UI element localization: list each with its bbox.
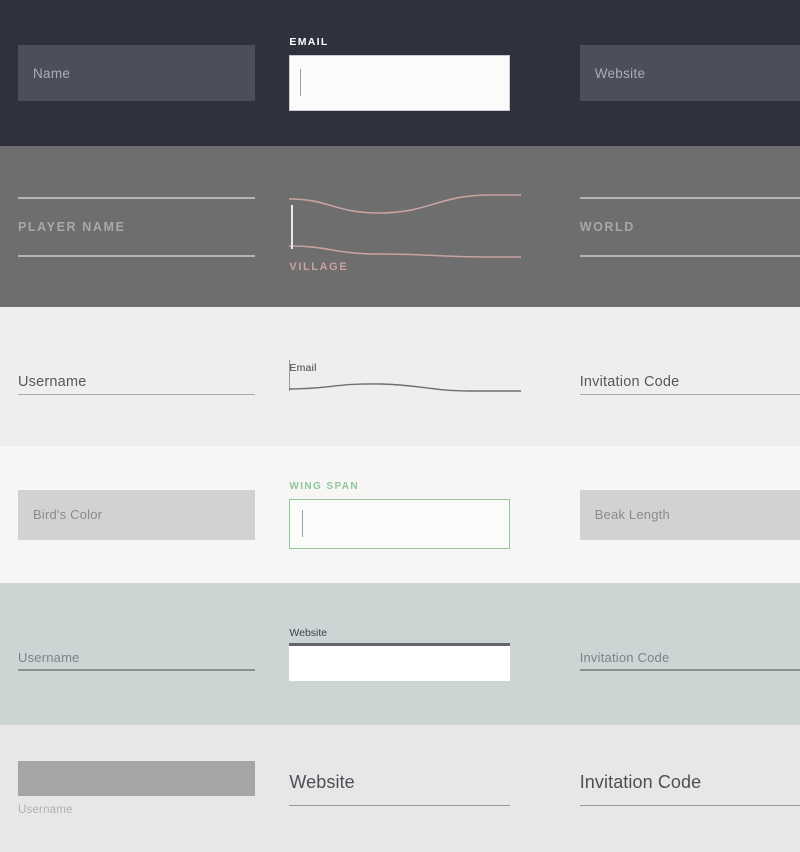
email-input[interactable] <box>289 54 510 111</box>
field-group-username: Username <box>18 583 256 725</box>
village-input[interactable]: VILLAGE <box>289 193 522 273</box>
website-input-placeholder: Website <box>594 65 646 81</box>
name-input-placeholder: Name <box>33 65 71 81</box>
wing-span-label: WING SPAN <box>289 480 360 492</box>
text-caret-icon <box>291 204 294 249</box>
website-input[interactable]: Website <box>289 771 510 806</box>
website-input[interactable] <box>289 643 510 681</box>
section-dark-filled-form: Name EMAIL Website <box>0 0 800 146</box>
field-group-wing-span: WING SPAN <box>289 446 510 583</box>
beak-length-input-placeholder: Beak Length <box>594 507 670 522</box>
email-input[interactable] <box>289 360 522 392</box>
invitation-code-input[interactable]: Invitation Code <box>579 637 800 671</box>
field-group-invitation-code: Invitation Code <box>579 583 800 725</box>
username-label: Username <box>18 804 73 816</box>
birds-color-input-placeholder: Bird's Color <box>33 507 103 522</box>
world-input[interactable]: WORLD <box>579 196 800 257</box>
email-label: EMAIL <box>289 35 329 48</box>
name-input[interactable]: Name <box>18 45 256 101</box>
field-group-website: Website <box>289 583 510 725</box>
text-caret-icon <box>302 510 304 537</box>
invitation-code-input-placeholder: Invitation Code <box>579 373 680 390</box>
username-input-placeholder: Username <box>18 373 87 390</box>
field-group-email: EMAIL <box>289 0 510 146</box>
wing-span-input[interactable] <box>289 498 510 549</box>
birds-color-input[interactable]: Bird's Color <box>18 489 256 540</box>
field-group-name: Name <box>18 0 256 146</box>
world-input-placeholder: WORLD <box>579 219 635 234</box>
form-style-showcase: Name EMAIL Website PLAYER NAME VILLAGE W… <box>0 0 800 852</box>
website-input[interactable]: Website <box>579 45 800 101</box>
website-label: Website <box>289 627 328 639</box>
username-input[interactable]: Username <box>18 637 256 671</box>
wavy-underline-icon <box>289 383 522 392</box>
username-input-placeholder: Username <box>18 650 80 665</box>
section-lightgrey-form: Username Website Invitation Code <box>0 725 800 852</box>
username-input[interactable] <box>18 761 256 796</box>
section-grey-rule-form: PLAYER NAME VILLAGE WORLD <box>0 146 800 307</box>
field-group-username: Username <box>18 307 256 446</box>
field-group-birds-color: Bird's Color <box>18 446 256 583</box>
invitation-code-input-placeholder: Invitation Code <box>579 650 670 665</box>
player-name-input[interactable]: PLAYER NAME <box>18 196 256 257</box>
section-light-underline-form: Username Email Invitation Code <box>0 307 800 446</box>
field-group-email: Email <box>289 307 522 446</box>
field-group-invitation-code: Invitation Code <box>579 307 800 446</box>
field-group-invitation-code: Invitation Code <box>579 725 800 852</box>
invitation-code-input-placeholder: Invitation Code <box>579 771 702 792</box>
village-label: VILLAGE <box>289 260 349 273</box>
field-group-website: Website <box>579 0 800 146</box>
field-group-world: WORLD <box>579 146 800 307</box>
section-bluegrey-form: Username Website Invitation Code <box>0 583 800 725</box>
field-group-beak-length: Beak Length <box>579 446 800 583</box>
website-input-placeholder: Website <box>289 771 355 792</box>
field-group-website: Website <box>289 725 510 852</box>
field-group-username: Username <box>18 725 256 852</box>
invitation-code-input[interactable]: Invitation Code <box>579 359 800 395</box>
beak-length-input[interactable]: Beak Length <box>579 489 800 540</box>
field-group-player-name: PLAYER NAME <box>18 146 256 307</box>
invitation-code-input[interactable]: Invitation Code <box>579 771 800 806</box>
section-green-accent-form: Bird's Color WING SPAN Beak Length <box>0 446 800 583</box>
player-name-input-placeholder: PLAYER NAME <box>18 219 126 234</box>
text-caret-icon <box>300 69 302 96</box>
wavy-border-icon <box>289 193 522 258</box>
email-label: Email <box>289 362 317 374</box>
username-input[interactable]: Username <box>18 359 256 395</box>
field-group-village: VILLAGE <box>289 146 522 307</box>
